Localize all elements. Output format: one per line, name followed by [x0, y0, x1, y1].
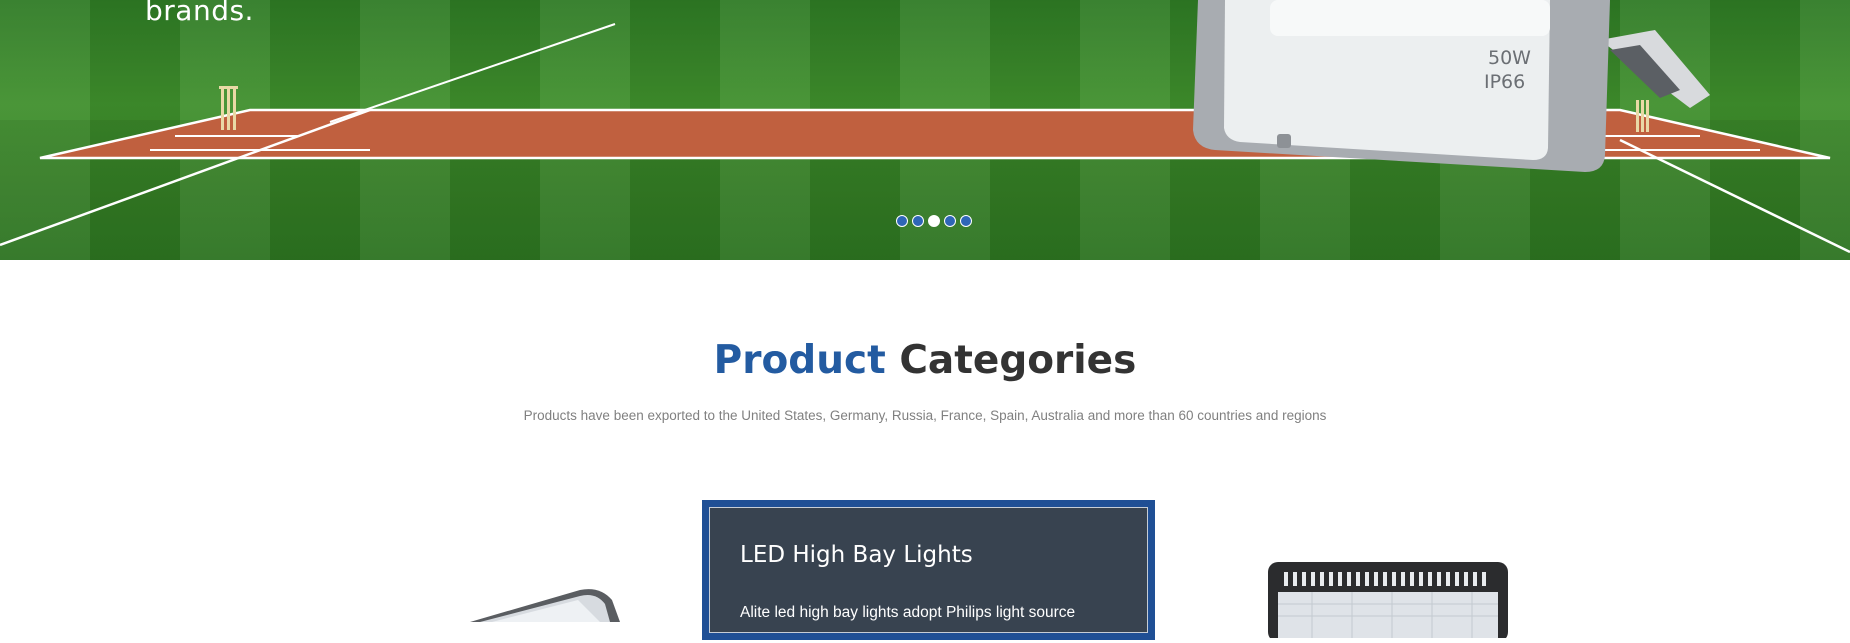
slide-dot-2[interactable] [912, 215, 924, 227]
section-title-rest: Categories [899, 338, 1137, 383]
section-title-accent: Product [713, 338, 886, 383]
product-card-description: Alite led high bay lights adopt Philips … [740, 604, 1076, 621]
slide-dot-1[interactable] [896, 215, 908, 227]
slide-dot-5[interactable] [960, 215, 972, 227]
led-panel-light-image [470, 589, 620, 622]
fixture-label-rating: IP66 [1484, 71, 1525, 93]
section-title: Product Categories [0, 338, 1850, 383]
stumps-left [219, 86, 238, 130]
product-card-right[interactable] [1262, 558, 1514, 642]
led-flood-light-image [1268, 562, 1508, 642]
slide-dot-4[interactable] [944, 215, 956, 227]
product-card-left[interactable] [440, 560, 660, 630]
hero-banner: 50W IP66 brands. [0, 0, 1850, 260]
fixture-label-wattage: 50W [1488, 47, 1531, 69]
slide-dot-3-active[interactable] [928, 215, 940, 227]
slider-pagination [896, 215, 972, 227]
section-subtitle: Products have been exported to the Unite… [523, 408, 1327, 423]
hero-tagline: brands. [145, 0, 254, 27]
product-card-featured[interactable]: LED High Bay Lights Alite led high bay l… [702, 500, 1155, 640]
stumps-right [1636, 100, 1649, 132]
product-card-title[interactable]: LED High Bay Lights [740, 542, 1117, 568]
product-card-body: LED High Bay Lights Alite led high bay l… [709, 507, 1148, 633]
